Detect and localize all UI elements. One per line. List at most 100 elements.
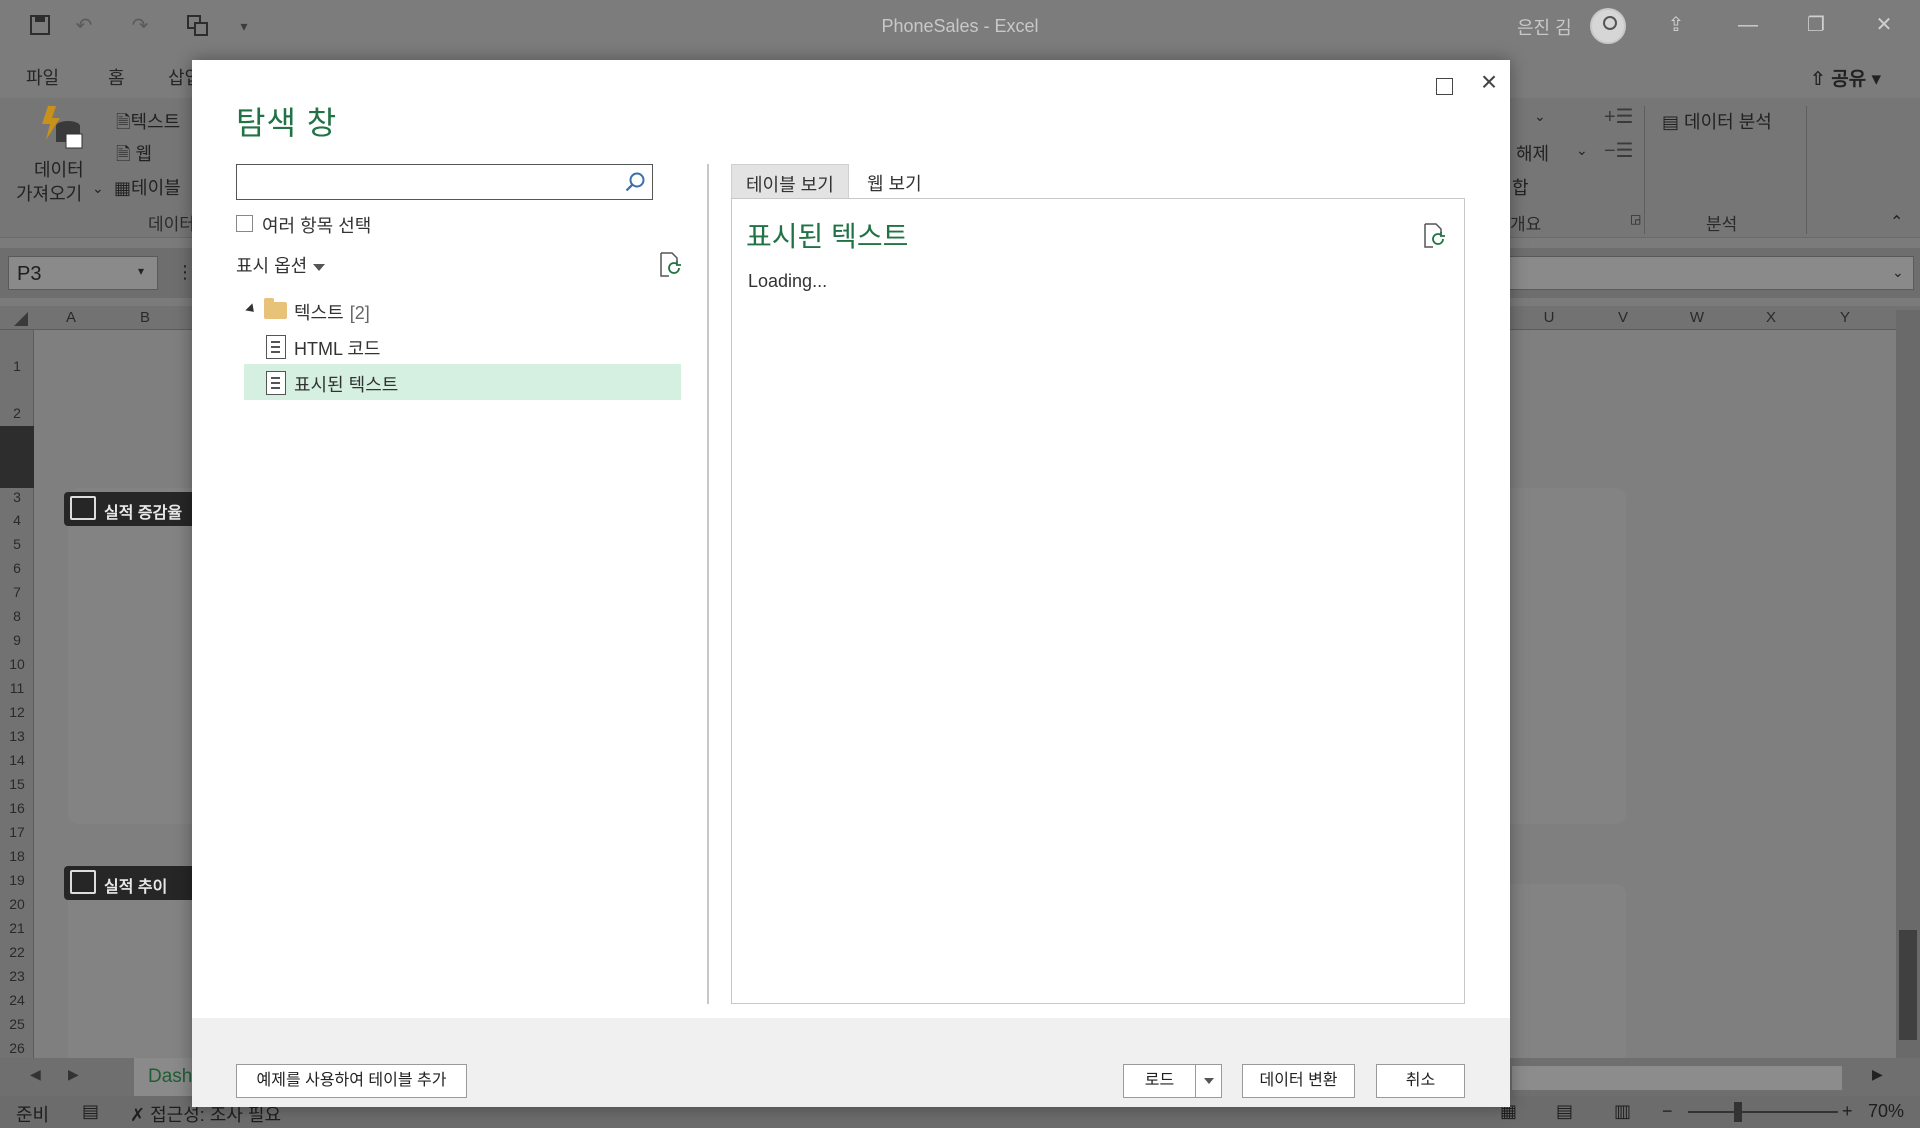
avatar[interactable] xyxy=(1590,8,1626,44)
row-header[interactable]: 19 xyxy=(0,872,34,888)
row-header[interactable]: 3 xyxy=(0,489,34,505)
show-detail-icon[interactable]: +☰ xyxy=(1604,104,1634,129)
next-sheet-icon[interactable]: ▶ xyxy=(68,1066,79,1083)
tab-table-view[interactable]: 테이블 보기 xyxy=(731,164,849,198)
row-header[interactable]: 7 xyxy=(0,584,34,600)
get-data-button[interactable]: 데이터 xyxy=(34,156,84,182)
restore-icon[interactable]: ❐ xyxy=(1800,10,1832,40)
prev-sheet-icon[interactable]: ◀ xyxy=(30,1066,41,1083)
multi-select-checkbox[interactable] xyxy=(236,215,253,232)
row-header[interactable]: 15 xyxy=(0,776,34,792)
zoom-in-icon[interactable]: + xyxy=(1842,1101,1853,1122)
tree-item-displayed-text[interactable]: 표시된 텍스트 xyxy=(244,364,681,400)
get-data-dropdown-icon[interactable]: ⌄ xyxy=(92,180,104,197)
from-text-button[interactable]: 🗎텍스트 xyxy=(116,108,180,140)
row-header[interactable]: 25 xyxy=(0,1016,34,1032)
page-break-icon[interactable]: ▥ xyxy=(1614,1101,1631,1122)
row-header[interactable]: 17 xyxy=(0,824,34,840)
collapse-ribbon-icon[interactable]: ⌃ xyxy=(1890,212,1903,232)
row-header[interactable]: 23 xyxy=(0,968,34,984)
refresh-icon[interactable] xyxy=(658,252,682,278)
vertical-scrollbar[interactable] xyxy=(1896,310,1920,1058)
column-header[interactable]: Y xyxy=(1808,309,1882,326)
macro-record-icon[interactable]: ▤ xyxy=(82,1101,99,1122)
ribbon-display-icon[interactable]: ⇪ xyxy=(1660,10,1692,40)
close-icon[interactable]: × xyxy=(1474,68,1504,98)
maximize-icon[interactable] xyxy=(1428,68,1458,98)
row-header[interactable]: 13 xyxy=(0,728,34,744)
select-all-icon[interactable] xyxy=(14,312,28,326)
get-data-button-line2[interactable]: 가져오기 xyxy=(16,180,82,206)
row-header[interactable]: 16 xyxy=(0,800,34,816)
zoom-slider-thumb[interactable] xyxy=(1734,1102,1742,1122)
tab-web-view[interactable]: 웹 보기 xyxy=(853,164,936,198)
share-button[interactable]: ⇧ 공유 ▾ xyxy=(1810,64,1881,91)
tab-file[interactable]: 파일 xyxy=(26,64,59,90)
cancel-button[interactable]: 취소 xyxy=(1376,1064,1465,1098)
zoom-slider[interactable] xyxy=(1688,1111,1838,1113)
page-layout-icon[interactable]: ▤ xyxy=(1556,1101,1573,1122)
minimize-icon[interactable]: — xyxy=(1732,10,1764,40)
row-header[interactable]: 14 xyxy=(0,752,34,768)
ungroup-button[interactable]: 해제 xyxy=(1516,140,1549,166)
row-header[interactable]: 24 xyxy=(0,992,34,1008)
from-table-button[interactable]: ▦테이블 xyxy=(114,174,181,200)
from-web-button[interactable]: 🗎 웹 xyxy=(116,140,152,172)
column-header[interactable]: B xyxy=(108,309,182,326)
row-header[interactable]: 6 xyxy=(0,560,34,576)
name-box-dropdown-icon[interactable]: ▾ xyxy=(138,264,144,278)
data-analysis-label: 데이터 분석 xyxy=(1684,112,1772,132)
name-box[interactable]: P3 xyxy=(8,256,158,290)
row-header-selected[interactable] xyxy=(0,426,34,488)
data-analysis-icon: ▤ xyxy=(1662,112,1685,132)
row-header[interactable]: 12 xyxy=(0,704,34,720)
group-dropdown-icon[interactable]: ⌄ xyxy=(1534,108,1546,125)
column-header[interactable]: A xyxy=(34,309,108,326)
vertical-scrollbar-thumb[interactable] xyxy=(1899,930,1917,1040)
window-close-icon[interactable]: ✕ xyxy=(1868,10,1900,40)
expand-formula-bar-icon[interactable]: ⌄ xyxy=(1892,264,1904,281)
row-header[interactable]: 10 xyxy=(0,656,34,672)
tree-item-html-code[interactable]: HTML 코드 xyxy=(244,328,681,364)
collapse-triangle-icon[interactable] xyxy=(245,303,258,316)
outline-launcher-icon[interactable]: ◲ xyxy=(1630,212,1641,226)
row-header[interactable]: 2 xyxy=(0,405,34,421)
tab-home[interactable]: 홈 xyxy=(108,64,125,90)
row-header[interactable]: 20 xyxy=(0,896,34,912)
load-dropdown-button[interactable] xyxy=(1195,1064,1222,1098)
column-header[interactable]: W xyxy=(1660,309,1734,326)
row-header[interactable]: 22 xyxy=(0,944,34,960)
column-header[interactable]: U xyxy=(1512,309,1586,326)
load-button[interactable]: 로드 xyxy=(1123,1064,1196,1098)
row-header[interactable]: 11 xyxy=(0,680,34,696)
add-table-using-examples-button[interactable]: 예제를 사용하여 테이블 추가 xyxy=(236,1064,467,1098)
hide-detail-icon[interactable]: −☰ xyxy=(1604,138,1634,163)
row-header[interactable]: 26 xyxy=(0,1040,34,1056)
transform-data-button[interactable]: 데이터 변환 xyxy=(1242,1064,1355,1098)
row-header[interactable]: 1 xyxy=(0,358,34,374)
search-icon[interactable] xyxy=(624,171,646,193)
column-header[interactable]: V xyxy=(1586,309,1660,326)
horizontal-scrollbar-thumb[interactable] xyxy=(1512,1066,1842,1090)
scroll-right-icon[interactable]: ▶ xyxy=(1872,1066,1883,1083)
row-header[interactable]: 8 xyxy=(0,608,34,624)
row-header[interactable]: 4 xyxy=(0,512,34,528)
data-analysis-button[interactable]: ▤ 데이터 분석 xyxy=(1662,108,1772,134)
row-header[interactable]: 18 xyxy=(0,848,34,864)
row-header[interactable]: 21 xyxy=(0,920,34,936)
column-header[interactable]: X xyxy=(1734,309,1808,326)
preview-refresh-icon[interactable] xyxy=(1422,223,1446,249)
row-header[interactable]: 5 xyxy=(0,536,34,552)
zoom-level[interactable]: 70% xyxy=(1868,1101,1904,1122)
formula-input[interactable] xyxy=(1508,256,1914,290)
display-options-label: 표시 옵션 xyxy=(236,256,308,276)
row-header[interactable]: 9 xyxy=(0,632,34,648)
subtotal-button[interactable]: 합 xyxy=(1512,174,1529,200)
search-box[interactable] xyxy=(236,164,653,200)
pane-divider[interactable] xyxy=(707,164,709,1004)
zoom-out-icon[interactable]: − xyxy=(1662,1101,1673,1122)
search-input[interactable] xyxy=(241,169,601,195)
tree-folder-text[interactable]: 텍스트 [2] xyxy=(244,292,681,328)
ungroup-dropdown-icon[interactable]: ⌄ xyxy=(1576,142,1588,159)
display-options-dropdown[interactable]: 표시 옵션 xyxy=(236,252,326,278)
